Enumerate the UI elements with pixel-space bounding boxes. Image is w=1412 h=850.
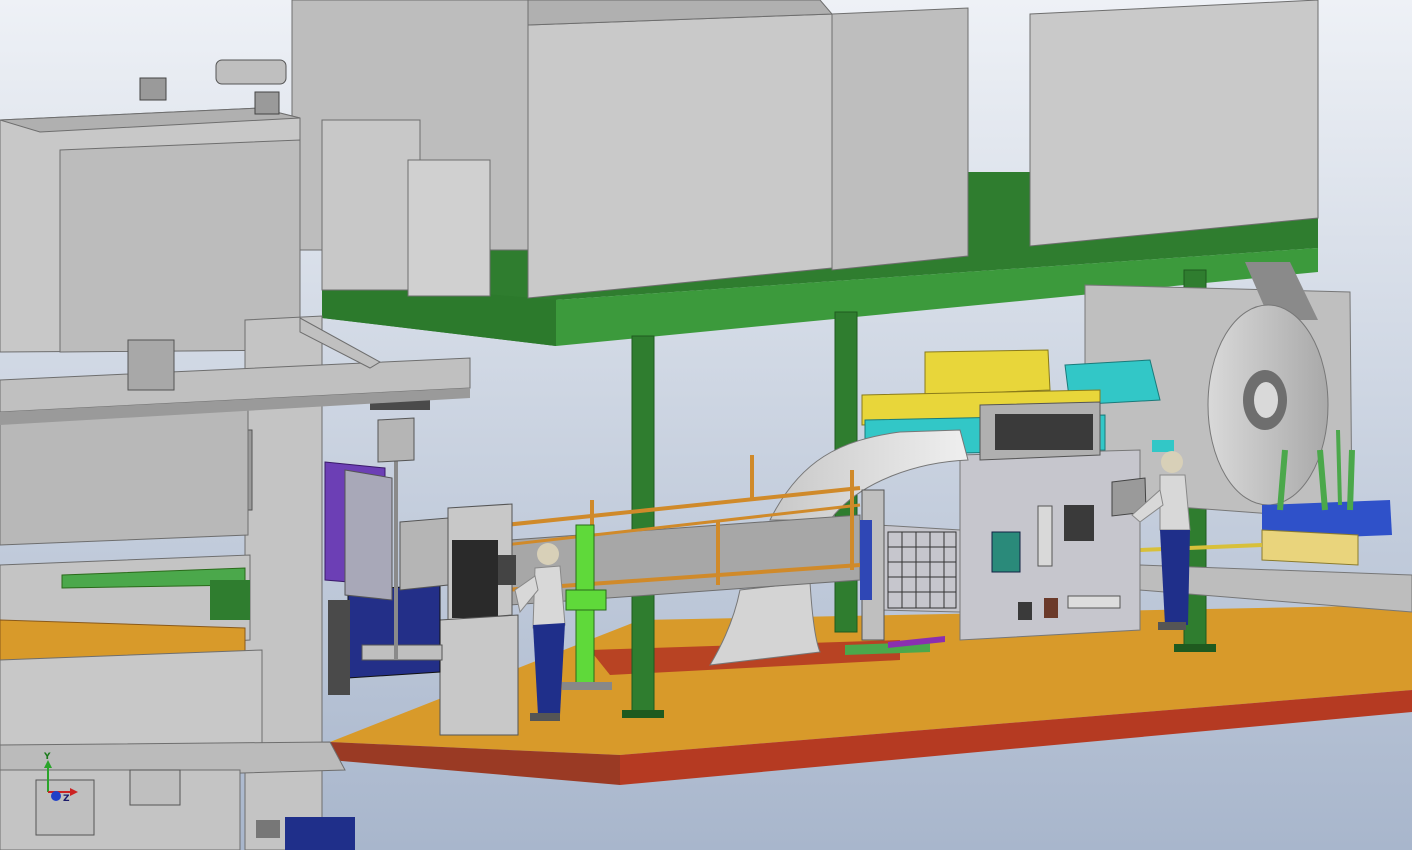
control-station-screen (452, 540, 498, 618)
operator-left-feet (530, 713, 560, 721)
die-cart-cylinder (377, 417, 415, 463)
operator-right-feet (1158, 622, 1186, 630)
press-hydraulic-cap-1 (139, 77, 167, 101)
x-axis-arrow (70, 788, 78, 796)
cabinet-small-1 (321, 119, 421, 291)
guide-stand-clamp (565, 589, 607, 611)
press-control-station[interactable] (439, 503, 519, 736)
press-leveling-foot (256, 820, 280, 838)
die-cart-bracket (361, 644, 443, 661)
z-axis-label: Z (63, 794, 70, 804)
feeder-socket-1 (1018, 602, 1032, 620)
z-axis-dot (51, 791, 61, 801)
feeder-guard (877, 524, 961, 613)
feeder-indicators (1037, 505, 1053, 567)
cabinet-large-center (527, 13, 833, 299)
press-cylinder (127, 339, 175, 391)
press-line-assembly-model[interactable] (0, 0, 1412, 850)
mezzanine-column-1 (631, 335, 655, 717)
coil-car (1261, 529, 1359, 566)
feeder-window (995, 414, 1093, 450)
operator-left-head (537, 543, 559, 565)
cabinet-right (1029, 0, 1319, 247)
press-foundation-block (129, 769, 181, 806)
feeder-slot (1067, 595, 1121, 609)
cad-viewport[interactable]: Y Z (0, 0, 1412, 850)
press-green-plate (210, 580, 250, 620)
die-cart-frame (344, 469, 393, 601)
control-panel (991, 531, 1021, 573)
operator-right-torso (1159, 474, 1191, 531)
y-axis-label: Y (43, 752, 51, 762)
control-station-lower (439, 614, 519, 736)
control-station-handle (498, 555, 516, 585)
feeder-socket-2 (1044, 598, 1058, 618)
die-cart-leg (328, 600, 350, 695)
operator-right-head (1161, 451, 1183, 473)
operator-left-legs (533, 623, 565, 715)
operator-left-torso (532, 565, 566, 629)
column-base-3 (1174, 644, 1216, 652)
press-base-navy-block (285, 817, 355, 850)
upright-3 (1347, 449, 1355, 511)
feeder-cover-top (924, 349, 1051, 396)
press-hydraulic-cap-2 (254, 91, 280, 115)
pendant-arm (1152, 440, 1174, 452)
coordinate-triad: Y Z (43, 752, 78, 804)
cabinet-center-right (831, 7, 969, 271)
upright-4 (1336, 429, 1342, 506)
strip-guide-cylinder (860, 520, 872, 600)
die-cart-side (399, 517, 449, 591)
column-base-1 (622, 710, 664, 718)
operator-right-legs (1160, 530, 1190, 625)
coil-hub-inner (1254, 382, 1278, 418)
press-lifting-lug (215, 59, 287, 85)
cabinet-small-2 (407, 159, 491, 297)
feeder-hatch (1064, 505, 1094, 541)
guide-stand-base (562, 682, 612, 690)
